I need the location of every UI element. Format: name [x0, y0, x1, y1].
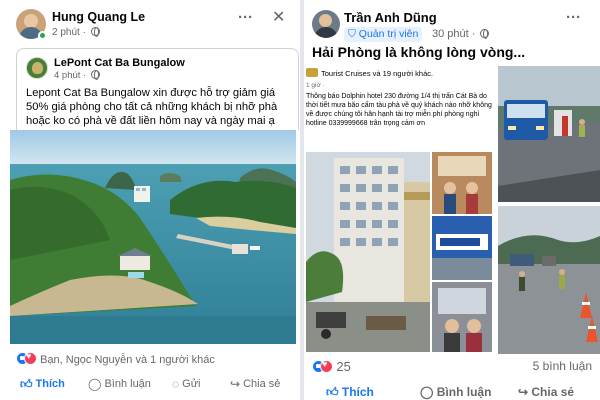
love-reaction-icon	[24, 351, 37, 365]
reception-photo[interactable]	[432, 152, 492, 214]
share-icon: ↪	[518, 385, 532, 399]
globe-icon	[90, 27, 100, 37]
share-button[interactable]: ↪ Chia sẻ	[518, 385, 574, 399]
globe-icon	[90, 70, 100, 80]
like-label: Thích	[341, 385, 374, 399]
hotel-building-photo[interactable]	[306, 152, 430, 352]
online-status-icon	[38, 31, 47, 40]
room-photo[interactable]	[432, 282, 492, 352]
comment-icon: ◯	[88, 377, 102, 391]
comment-button[interactable]: ◯ Bình luận	[420, 385, 491, 399]
post-text: Hải Phòng là không lòng vòng...	[312, 44, 526, 60]
share-button[interactable]: ↪ Chia sẻ	[230, 377, 280, 391]
shared-page-name[interactable]: LePont Cat Ba Bungalow	[54, 57, 185, 69]
post-time-text: 30 phút ·	[432, 28, 476, 40]
share-label: Chia sẻ	[243, 378, 281, 390]
share-icon: ↪	[230, 377, 241, 391]
admin-badge-label: Quản trị viên	[358, 28, 419, 40]
like-label: Thích	[35, 378, 65, 390]
reactions-summary[interactable]: 25	[312, 359, 351, 374]
send-label: Gửi	[182, 378, 201, 390]
left-post: Hung Quang Le 2 phút · ··· ✕ LePont Cat …	[0, 0, 300, 400]
embedded-post-screenshot[interactable]: Tourist Cruises và 19 người khác. 1 giờ …	[304, 66, 494, 354]
globe-icon	[480, 29, 490, 39]
shared-timestamp[interactable]: 4 phút ·	[54, 70, 100, 81]
more-options-button[interactable]: ···	[238, 10, 253, 25]
police-roadblock-photo[interactable]	[498, 206, 600, 354]
send-button[interactable]: ◌ Gửi	[172, 377, 201, 391]
reactions-text: Bạn, Ngọc Nguyễn và 1 người khác	[40, 354, 215, 366]
thumbs-up-icon: 👍︎	[20, 377, 33, 391]
reactions-summary[interactable]: Bạn, Ngọc Nguyễn và 1 người khác	[16, 351, 215, 366]
post-timestamp[interactable]: 2 phút ·	[52, 27, 100, 38]
comment-button[interactable]: ◯ Bình luận	[88, 377, 151, 391]
more-options-button[interactable]: ···	[566, 10, 581, 25]
post-time-text: 2 phút ·	[52, 27, 86, 38]
messenger-icon: ◌	[172, 377, 180, 391]
thumbs-up-icon: 👍︎	[326, 385, 342, 399]
right-post: Trần Anh Dũng ⛉ Quản trị viên 30 phút · …	[304, 0, 600, 400]
comment-label: Bình luận	[104, 378, 151, 390]
shared-post-card[interactable]: LePont Cat Ba Bungalow 4 phút · Lepont C…	[16, 48, 299, 130]
shared-time-text: 4 phút ·	[54, 70, 87, 81]
admin-badge[interactable]: ⛉ Quản trị viên	[344, 27, 423, 42]
reaction-count: 25	[336, 359, 351, 374]
bay-aerial-photo[interactable]	[10, 130, 296, 344]
bus-on-road-photo[interactable]	[498, 66, 600, 202]
embedded-post-header: Tourist Cruises và 19 người khác.	[306, 68, 433, 78]
share-label: Chia sẻ	[531, 385, 575, 399]
banner-photo[interactable]	[432, 216, 492, 280]
like-button[interactable]: 👍︎ Thích	[326, 385, 374, 400]
embedded-post-text: Thông báo Dolphin hotel 230 đường 1/4 th…	[306, 93, 492, 127]
post-author-name[interactable]: Hung Quang Le	[52, 10, 145, 24]
author-avatar[interactable]	[312, 10, 340, 38]
comment-label: Bình luận	[436, 385, 492, 399]
comment-count[interactable]: 5 bình luận	[533, 359, 592, 373]
shield-icon: ⛉	[348, 28, 356, 40]
page-avatar[interactable]	[26, 57, 48, 79]
shared-post-text: Lepont Cat Ba Bungalow xin được hỗ trợ g…	[26, 87, 278, 127]
post-timestamp[interactable]: 30 phút ·	[432, 28, 490, 40]
comment-icon: ◯	[420, 385, 437, 399]
close-icon[interactable]: ✕	[272, 10, 285, 26]
embedded-header-text: Tourist Cruises và 19 người khác.	[321, 69, 434, 78]
post-author-name[interactable]: Trần Anh Dũng	[344, 10, 437, 25]
embedded-post-time: 1 giờ ·	[306, 82, 325, 89]
like-button[interactable]: 👍︎ Thích	[20, 377, 65, 392]
love-reaction-icon	[320, 359, 333, 373]
embedded-page-avatar	[306, 68, 318, 77]
